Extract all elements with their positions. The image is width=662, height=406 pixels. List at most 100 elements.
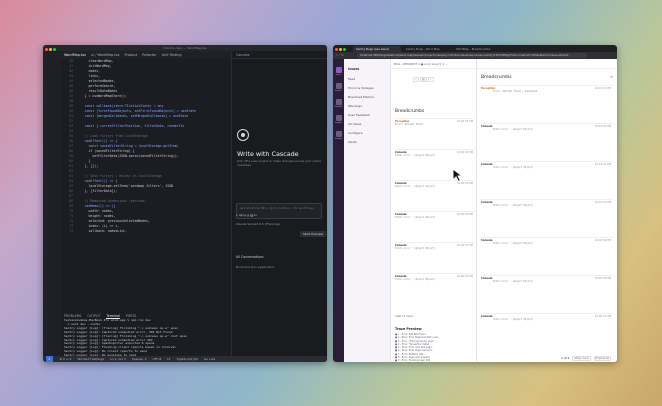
sentry-primary-sidebar: Issues Explore Dashbds Insights Settings xyxy=(333,59,344,362)
conversation-item[interactable]: Build and Run Application xyxy=(236,265,275,269)
drawer-breadcrumb-item[interactable]: Console 10:41:00 PM Fetch error : [object … xyxy=(481,199,613,235)
breadcrumb-time: 10:41:03 PM xyxy=(594,87,611,90)
cascade-panel: Cascade Write with Cascade Kick off a ne… xyxy=(231,51,327,356)
breadcrumb-item[interactable]: Console 10:40:53 PM Fetch error : [object … xyxy=(395,180,475,209)
editor-tab[interactable]: ui / WordMap.tsx xyxy=(91,53,119,57)
resolve-button[interactable]: ✓ xyxy=(413,77,420,82)
status-item[interactable]: ⊗ 0 ⚠ 0 xyxy=(59,357,71,361)
drawer-breadcrumb-item[interactable]: Console 10:40:57 PM Fetch error : [object … xyxy=(481,313,613,349)
all-conversations-label: All Conversations xyxy=(236,255,264,259)
nav-item[interactable]: Breached Metrics xyxy=(348,95,374,99)
drawer-breadcrumb-item[interactable]: Console 10:40:59 PM Fetch error : [object … xyxy=(481,237,613,273)
breadcrumb-item[interactable]: Exception 10:40:55 PM Error: 404 Not Found xyxy=(395,118,475,147)
model-selector[interactable]: Claude Sonnet 4.5 (Thinking) xyxy=(236,222,280,226)
sidebar-label: Insights xyxy=(334,122,343,124)
remote-indicator[interactable]: ⨯ xyxy=(46,356,53,362)
issues-icon[interactable] xyxy=(335,67,342,73)
explorer-sidebar[interactable] xyxy=(48,51,61,356)
code-text: // Memoized dimensions (derived) xyxy=(77,199,147,203)
editor-tab[interactable]: WordMap.tsx xyxy=(64,53,86,57)
line-number: 74 xyxy=(69,229,73,233)
breadcrumb-item[interactable]: Console 10:40:52 PM Fetch error : [object … xyxy=(395,211,475,240)
terminal[interactable]: techaxalumkes-MacBook-Pro wind-app % npm… xyxy=(61,319,231,356)
nav-item[interactable]: Alerts xyxy=(348,140,357,144)
mode-toggle[interactable]: ▸ Write ▾ Chat xyxy=(236,213,257,217)
cascade-header: Cascade xyxy=(232,51,327,59)
breadcrumb-message: Fetch error : [object Object] xyxy=(493,318,534,321)
nav-item[interactable]: User Feedback xyxy=(348,113,370,117)
browser-nav-buttons[interactable]: ‹ › ↻ xyxy=(336,53,344,57)
editor-tabs[interactable]: WordMap.tsx ui / WordMap.tsx Product Refact… xyxy=(61,51,231,59)
code-text: if (savedFilterString) { xyxy=(77,149,135,153)
code-text: const [mergedCallbacks, setMergedCallbac… xyxy=(77,114,189,118)
drawer-breadcrumb-item[interactable]: Exception 10:41:03 PM Error: 404 Not Found… xyxy=(481,85,613,121)
editor-tab[interactable]: Unit Testing xyxy=(162,53,182,57)
insights-icon[interactable] xyxy=(335,115,342,121)
code-text: height: nodes, xyxy=(77,214,116,218)
drawer-breadcrumb-item[interactable]: Console 10:41:02 PM Fetch error : [object … xyxy=(481,123,613,159)
breadcrumb-message: Fetch error : [object Object] xyxy=(493,166,534,169)
editor-tab[interactable]: Refactor xyxy=(142,53,156,57)
more-button[interactable]: ⋯ xyxy=(427,77,435,82)
explore-icon[interactable] xyxy=(335,83,342,89)
maximize-window-icon[interactable] xyxy=(343,48,346,51)
minimize-window-icon[interactable] xyxy=(339,48,342,51)
cascade-subtitle: Kick off a new project or make changes a… xyxy=(237,159,321,167)
cascade-input-placeholder: Ask anything (⌘L), @ to mention, / for w… xyxy=(240,206,314,210)
nav-item[interactable]: Configure xyxy=(348,131,363,135)
code-text: selected: previousSelectedNodes, xyxy=(77,219,150,223)
start-preview-button[interactable]: Start Preview xyxy=(300,231,326,237)
code-text: useEffect(() => { xyxy=(77,139,118,143)
address-bar[interactable]: localhost:3000/organizations/wind-map/is… xyxy=(357,53,587,58)
code-text: nodes, xyxy=(77,69,101,73)
status-item[interactable]: Spaces: 2 xyxy=(132,357,147,361)
drawer-title: Breadcrumbs xyxy=(481,75,512,80)
close-icon[interactable]: ✕ xyxy=(610,75,613,79)
code-text: const callback(store:TInitialState) = an… xyxy=(77,104,164,108)
code-text: selectedNodes, xyxy=(77,79,116,83)
settings-icon[interactable] xyxy=(335,131,342,137)
editor-tab[interactable]: Product xyxy=(125,53,138,57)
expand-all-button[interactable]: Expand all xyxy=(593,356,612,361)
view-more-link[interactable]: View 15 more xyxy=(395,315,413,318)
close-window-icon[interactable] xyxy=(335,48,338,51)
nav-item[interactable]: Feed xyxy=(348,77,355,81)
breadcrumb-item[interactable]: Console 10:40:50 PM Fetch error : [object … xyxy=(395,273,475,302)
dashboards-icon[interactable] xyxy=(335,99,342,105)
status-item[interactable]: UTF-8 xyxy=(152,357,161,361)
code-text: links, xyxy=(77,74,101,78)
panel-tab[interactable]: OUTPUT xyxy=(87,314,100,318)
panel-tab[interactable]: PORTS xyxy=(126,314,136,318)
breadcrumb-message: Fetch error : [object Object] xyxy=(395,216,436,219)
show-more-button[interactable]: Show more xyxy=(572,356,591,361)
breadcrumb-message: Fetch error : [object Object] xyxy=(493,204,534,207)
code-text: callback: nodesList, xyxy=(77,229,127,233)
status-item[interactable]: Ln 1, Col 1 xyxy=(110,357,126,361)
nav-item[interactable]: Warnings xyxy=(348,104,362,108)
breadcrumb-message: Fetch error : [object Object] xyxy=(395,247,436,250)
panel-tab[interactable]: PROBLEMS xyxy=(64,314,81,318)
trace-row[interactable]: ■ 9 › Error: Finishing span 404 xyxy=(395,359,473,362)
code-text: initWordMap, xyxy=(77,64,112,68)
breadcrumb-time: 10:40:59 PM xyxy=(594,239,611,242)
status-item[interactable]: TypeScript JSX xyxy=(177,357,198,361)
drawer-breadcrumb-item[interactable]: Console 10:40:58 PM Fetch error : [object … xyxy=(481,275,613,311)
status-item[interactable]: Go Live xyxy=(204,357,215,361)
code-text: setFilterData(JSON.parse(savedFilterStri… xyxy=(77,154,179,158)
breadcrumb-time: 10:40:52 PM xyxy=(456,213,473,216)
code-text: const savedFilterString = localStorage.g… xyxy=(77,144,179,148)
nav-item[interactable]: All Views xyxy=(348,122,361,126)
status-bar: ⨯ ⊗ 0 ⚠ 0 Windsurf Settings Ln 1, Col 1 Spa… xyxy=(43,356,327,362)
status-item[interactable]: Windsurf Settings xyxy=(77,357,104,361)
breadcrumb-time: 10:41:01 PM xyxy=(594,163,611,166)
breadcrumb-item[interactable]: Console 10:40:51 PM Fetch error : [object … xyxy=(395,242,475,271)
drawer-page-indicator: 1 of 2 xyxy=(561,357,570,360)
breadcrumb-time: 10:41:00 PM xyxy=(594,201,611,204)
trace-list: ■ 1 › Error: 404 Not Found ■ 2 › Error: E… xyxy=(395,333,473,362)
breadcrumb-message: Error: 404 Not Found / Unhandled xyxy=(493,90,538,93)
status-item[interactable]: LF xyxy=(167,357,170,361)
archive-button[interactable]: ▤ xyxy=(420,77,427,82)
nav-item[interactable]: Errors & Outages xyxy=(348,86,374,90)
code-editor[interactable]: 40 clearWordMap, 41 initWordMap, 42 nodes,… xyxy=(61,59,231,249)
drawer-breadcrumb-item[interactable]: Console 10:41:01 PM Fetch error : [object … xyxy=(481,161,613,197)
